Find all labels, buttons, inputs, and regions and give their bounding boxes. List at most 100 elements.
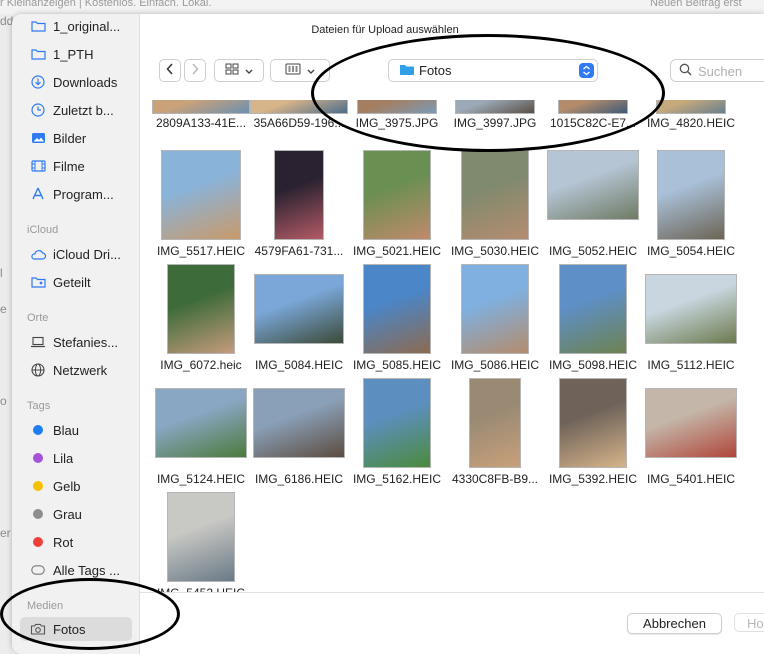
file-thumbnail — [461, 264, 529, 354]
file-thumbnail — [461, 150, 529, 240]
sidebar-item-recent[interactable]: Zuletzt b... — [20, 98, 132, 122]
file-name: 4579FA61-731... — [254, 244, 344, 258]
file-item[interactable]: IMG_5162.HEIC — [348, 378, 446, 488]
background-fragment: er — [0, 526, 11, 540]
file-item[interactable]: IMG_5086.HEIC — [446, 264, 544, 374]
sidebar-section-icloud: iCloud — [27, 224, 59, 236]
background-left-column: dd l e o er — [0, 14, 13, 654]
sidebar-item-label: iCloud Dri... — [53, 246, 121, 262]
upload-button[interactable]: Hoc — [734, 613, 764, 632]
file-name: IMG — [738, 116, 764, 130]
file-item[interactable]: IMG_6072.heic — [152, 264, 250, 374]
file-thumbnail — [559, 378, 627, 468]
group-view-icon — [285, 63, 301, 78]
file-item[interactable]: IMG_5084.HEIC — [250, 264, 348, 374]
search-field[interactable]: Suchen — [670, 59, 764, 82]
file-item[interactable]: IMG_5392.HEIC — [544, 378, 642, 488]
file-item[interactable]: IMG_5021.HEIC — [348, 150, 446, 260]
sidebar-tag-gray[interactable]: Grau — [20, 502, 132, 526]
file-item[interactable]: IMG_5401.HEIC — [642, 378, 740, 488]
file-name: 2809A133-41E... — [155, 116, 247, 130]
sidebar-item-1-original[interactable]: 1_original... — [20, 14, 132, 38]
file-item[interactable]: IMG_5112.HEIC — [642, 264, 740, 374]
file-item[interactable]: IMG — [740, 378, 764, 488]
file-thumbnail — [250, 100, 348, 114]
file-item[interactable]: IMG_5124.HEIC — [152, 378, 250, 488]
file-name: IMG_6072.heic — [160, 358, 242, 372]
tag-color-dot — [29, 453, 47, 463]
grid-view-icon — [225, 63, 239, 78]
file-item[interactable]: IMG_5517.HEIC — [152, 150, 250, 260]
file-item[interactable]: IMG_5098.HEIC — [544, 264, 642, 374]
sidebar-item-label: Blau — [53, 422, 80, 438]
sidebar-item-photos[interactable]: Fotos — [20, 617, 132, 641]
file-thumbnail — [656, 100, 726, 114]
file-item[interactable]: 4330C8FB-B9... — [446, 378, 544, 488]
tag-color-dot — [29, 537, 47, 547]
chevron-left-icon — [166, 63, 174, 78]
location-label: Fotos — [419, 63, 452, 78]
sidebar-item-icloud-drive[interactable]: iCloud Dri... — [20, 242, 132, 266]
file-thumbnail — [274, 150, 324, 240]
file-item[interactable]: IMG_5054.HEIC — [642, 150, 740, 260]
file-item[interactable]: IMG_5052.HEIC — [544, 150, 642, 260]
sidebar-tag-red[interactable]: Rot — [20, 530, 132, 554]
sidebar-item-pictures[interactable]: Bilder — [20, 126, 132, 150]
dialog-title: Dateien für Upload auswählen — [311, 24, 459, 36]
file-name: IMG_4820.HEIC — [646, 116, 736, 130]
sidebar-item-computer[interactable]: Stefanies... — [20, 330, 132, 354]
sidebar-item-shared[interactable]: Geteilt — [20, 270, 132, 294]
group-by-button[interactable] — [270, 59, 330, 82]
tag-color-dot — [29, 481, 47, 491]
sidebar-section-locations: Orte — [27, 312, 49, 324]
file-item[interactable]: 4579FA61-731... — [250, 150, 348, 260]
file-thumbnail — [559, 264, 627, 354]
file-name: IMG — [738, 472, 764, 486]
file-thumbnail — [167, 492, 235, 582]
sidebar-item-label: Geteilt — [53, 274, 91, 290]
file-name: IMG_5054.HEIC — [646, 244, 736, 258]
background-fragment: o — [0, 394, 7, 408]
file-name: IMG_5021.HEIC — [352, 244, 442, 258]
location-popup[interactable]: Fotos — [388, 59, 598, 82]
view-mode-button[interactable] — [214, 59, 264, 82]
file-name: IMG_5392.HEIC — [548, 472, 638, 486]
search-icon — [679, 63, 692, 81]
background-new-post-text: Neuen Beitrag erst — [650, 0, 742, 9]
file-name: IMG_5086.HEIC — [450, 358, 540, 372]
file-item[interactable]: IMG — [740, 264, 764, 374]
file-thumbnail — [161, 150, 241, 240]
sidebar-item-label: Program... — [53, 186, 114, 202]
sidebar-item-downloads[interactable]: Downloads — [20, 70, 132, 94]
cancel-button[interactable]: Abbrechen — [627, 613, 722, 634]
sidebar-item-label: Stefanies... — [53, 334, 119, 350]
sidebar-tag-yellow[interactable]: Gelb — [20, 474, 132, 498]
sidebar-tag-purple[interactable]: Lila — [20, 446, 132, 470]
file-item[interactable]: IMG_6186.HEIC — [250, 378, 348, 488]
sidebar-item-label: Zuletzt b... — [53, 102, 114, 118]
back-button[interactable] — [159, 59, 181, 82]
sidebar-section-media: Medien — [27, 600, 64, 612]
sidebar-tag-blue[interactable]: Blau — [20, 418, 132, 442]
laptop-icon — [29, 336, 47, 348]
file-name: IMG_5085.HEIC — [352, 358, 442, 372]
sidebar-item-applications[interactable]: Program... — [20, 182, 132, 206]
sidebar-item-movies[interactable]: Filme — [20, 154, 132, 178]
file-item[interactable]: IMG_5030.HEIC — [446, 150, 544, 260]
chevron-right-icon — [191, 63, 199, 78]
forward-button[interactable] — [184, 59, 206, 82]
file-item[interactable]: IMG_5085.HEIC — [348, 264, 446, 374]
file-name: IMG_3975.JPG — [355, 116, 439, 130]
apps-icon — [29, 187, 47, 201]
sidebar-item-network[interactable]: Netzwerk — [20, 358, 132, 382]
sidebar-tag-all[interactable]: Alle Tags ... — [20, 558, 132, 582]
sidebar-item-1-pth[interactable]: 1_PTH — [20, 42, 132, 66]
file-thumbnail — [657, 150, 725, 240]
file-name: IMG_5084.HEIC — [254, 358, 344, 372]
sidebar-item-label: Gelb — [53, 478, 81, 494]
sidebar-item-label: Grau — [53, 506, 82, 522]
globe-icon — [29, 363, 47, 377]
clock-icon — [29, 103, 47, 117]
file-item[interactable]: IMG — [740, 150, 764, 260]
file-item[interactable]: IMG_5452.HEIC — [152, 492, 250, 592]
